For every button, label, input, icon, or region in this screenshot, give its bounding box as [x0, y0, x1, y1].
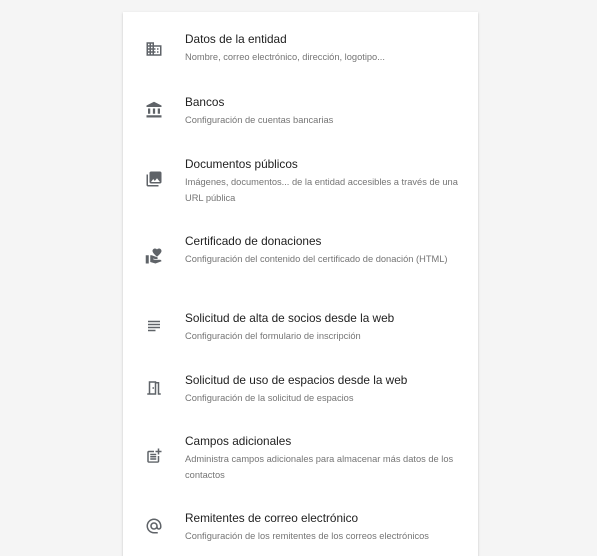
settings-item-subtitle: Nombre, correo electrónico, dirección, l… [185, 52, 385, 62]
post-add-icon [145, 447, 163, 465]
settings-item-title: Bancos [185, 95, 225, 109]
settings-item-text: Solicitud de uso de espacios desde la we… [185, 373, 470, 406]
settings-item-text: Certificado de donaciones Configuración … [185, 234, 470, 267]
settings-item-subtitle: Configuración del formulario de inscripc… [185, 331, 361, 341]
settings-item-title: Datos de la entidad [185, 32, 287, 46]
settings-item-text: Campos adicionales Administra campos adi… [185, 434, 470, 483]
settings-item-subtitle: Configuración del contenido del certific… [185, 254, 448, 264]
settings-item-subtitle: Administra campos adicionales para almac… [185, 454, 454, 480]
settings-card: Datos de la entidad Nombre, correo elect… [123, 12, 478, 556]
volunteer-activism-icon [145, 247, 163, 265]
settings-item-text: Documentos públicos Imágenes, documentos… [185, 157, 470, 206]
settings-item-text: Bancos Configuración de cuentas bancaria… [185, 95, 470, 128]
settings-item-title: Solicitud de alta de socios desde la web [185, 311, 395, 325]
form-lines-icon [145, 317, 163, 335]
settings-item-subtitle: Configuración de los remitentes de los c… [185, 531, 429, 541]
settings-item-title: Solicitud de uso de espacios desde la we… [185, 373, 408, 387]
settings-item-title: Certificado de donaciones [185, 234, 322, 248]
settings-item-text: Solicitud de alta de socios desde la web… [185, 311, 470, 344]
settings-item-subtitle: Configuración de la solicitud de espacio… [185, 393, 354, 403]
settings-item-title: Remitentes de correo electrónico [185, 511, 359, 525]
settings-item-title: Campos adicionales [185, 434, 292, 448]
settings-item-text: Datos de la entidad Nombre, correo elect… [185, 32, 470, 65]
domain-icon [145, 40, 163, 58]
settings-item-title: Documentos públicos [185, 157, 298, 171]
settings-item-subtitle: Imágenes, documentos... de la entidad ac… [185, 177, 458, 203]
settings-item-text: Remitentes de correo electrónico Configu… [185, 511, 470, 544]
at-sign-icon [145, 517, 163, 535]
settings-item-subtitle: Configuración de cuentas bancarias [185, 115, 334, 125]
door-icon [145, 379, 163, 397]
bank-icon [145, 101, 163, 119]
photo-library-icon [145, 170, 163, 188]
